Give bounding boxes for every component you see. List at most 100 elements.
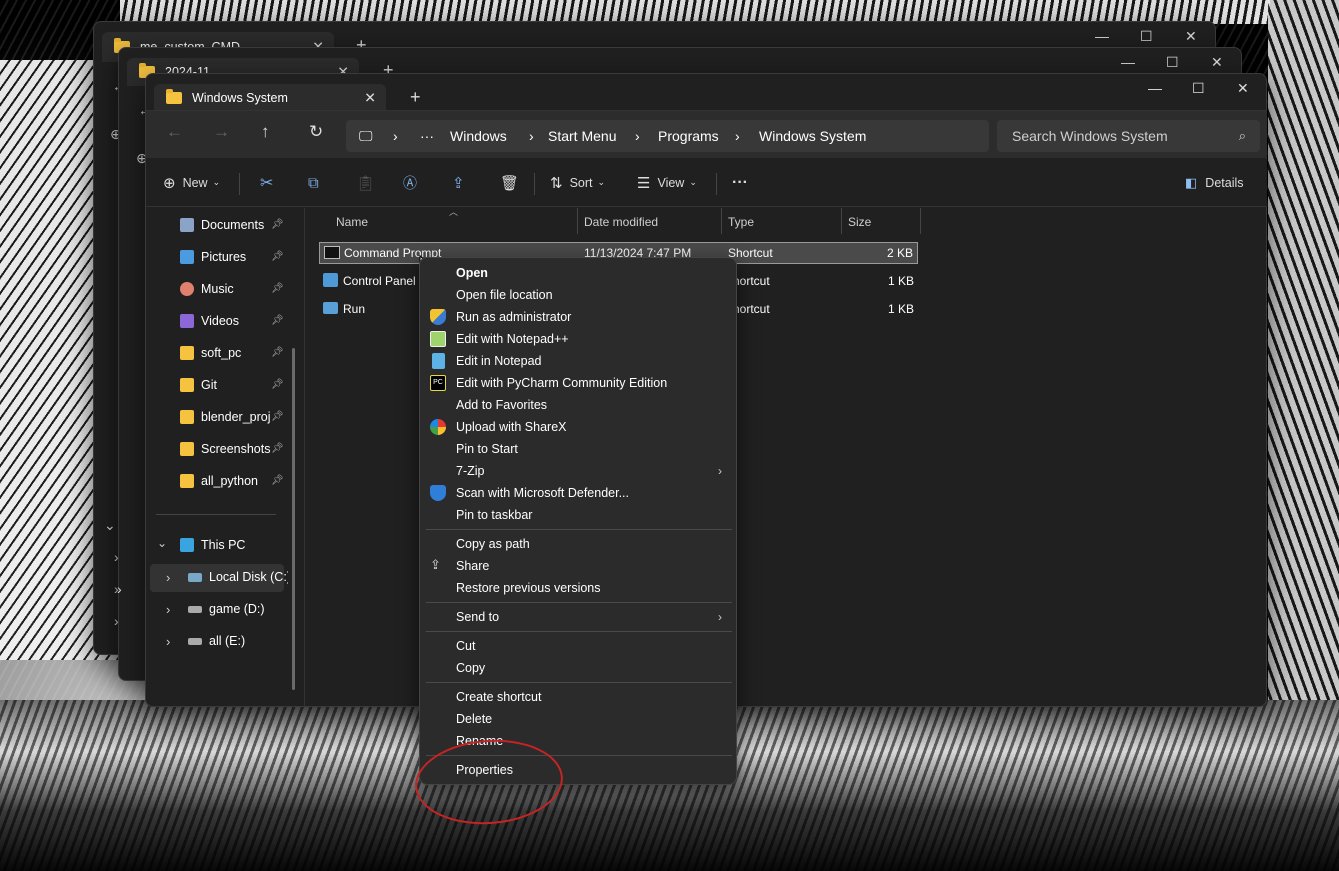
breadcrumb-item[interactable]: Windows System — [759, 128, 866, 144]
sort-icon: ⇅ — [550, 174, 563, 192]
rename-button[interactable]: Ⓐ — [403, 173, 417, 193]
chevron-right-icon[interactable]: › — [393, 128, 398, 144]
menu-item-run-as-administrator[interactable]: Run as administrator — [420, 306, 736, 328]
sidebar-item-documents[interactable]: Documents — [180, 213, 304, 237]
menu-item-edit-pycharm[interactable]: PC Edit with PyCharm Community Edition — [420, 372, 736, 394]
column-header-type[interactable]: Type — [728, 208, 754, 236]
minimize-icon[interactable]: — — [1148, 80, 1162, 96]
menu-item-send-to[interactable]: Send to › — [420, 606, 736, 628]
menu-item-pin-to-start[interactable]: Pin to Start — [420, 438, 736, 460]
breadcrumb-item[interactable]: Windows — [450, 128, 507, 144]
new-tab-icon[interactable]: + — [410, 87, 421, 108]
maximize-icon[interactable]: ☐ — [1166, 54, 1179, 71]
sidebar-item-all-python[interactable]: all_python — [180, 469, 304, 493]
sidebar-scrollbar[interactable] — [292, 348, 295, 690]
drive-all[interactable]: all (E:) — [188, 629, 288, 653]
pin-icon[interactable]: 📌︎ — [271, 379, 284, 390]
chevron-down-icon[interactable]: ⌄ — [157, 536, 167, 550]
close-tab-icon[interactable]: ✕ — [364, 90, 376, 107]
sort-button[interactable]: ⇅ Sort ⌄ — [550, 174, 605, 192]
tab-windows-system[interactable]: Windows System ✕ — [154, 84, 386, 112]
new-button[interactable]: ⊕ New ⌄ — [163, 174, 220, 192]
drive-game[interactable]: game (D:) — [188, 597, 288, 621]
pin-icon[interactable]: 📌︎ — [271, 475, 284, 486]
view-button[interactable]: ☰ View ⌄ — [637, 174, 697, 192]
minimize-icon[interactable]: — — [1121, 54, 1135, 70]
close-icon[interactable]: ✕ — [1185, 28, 1197, 45]
maximize-icon[interactable]: ☐ — [1140, 28, 1153, 45]
sidebar-item-blender-proj[interactable]: blender_proj — [180, 405, 304, 429]
menu-item-copy[interactable]: Copy — [420, 657, 736, 679]
forward-arrow-icon[interactable]: → — [213, 122, 230, 142]
delete-button[interactable]: 🗑︎ — [500, 174, 519, 192]
computer-icon[interactable]: 🖵 — [359, 128, 373, 145]
chevron-right-icon[interactable]: › — [117, 581, 122, 597]
close-icon[interactable]: ✕ — [1211, 54, 1223, 71]
pin-icon[interactable]: 📌︎ — [271, 315, 284, 326]
breadcrumb-item[interactable]: Start Menu — [548, 128, 616, 144]
menu-item-cut[interactable]: Cut — [420, 635, 736, 657]
menu-item-delete[interactable]: Delete — [420, 708, 736, 730]
minimize-icon[interactable]: — — [1095, 28, 1109, 44]
sidebar-item-music[interactable]: Music — [180, 277, 304, 301]
menu-item-upload-sharex[interactable]: Upload with ShareX — [420, 416, 736, 438]
column-divider[interactable] — [920, 208, 921, 234]
pin-icon[interactable]: 📌︎ — [271, 251, 284, 262]
chevron-right-icon[interactable]: › — [166, 634, 170, 649]
sidebar-item-pictures[interactable]: Pictures — [180, 245, 304, 269]
more-options-button[interactable]: ··· — [732, 174, 748, 192]
chevron-right-icon[interactable]: › — [735, 128, 740, 144]
ellipsis-icon[interactable]: ··· — [420, 128, 434, 144]
sidebar-item-soft-pc[interactable]: soft_pc — [180, 341, 304, 365]
chevron-right-icon[interactable]: › — [166, 570, 170, 585]
folder-icon — [180, 442, 194, 456]
chevron-down-icon[interactable]: ⌄ — [104, 517, 116, 534]
pin-icon[interactable]: 📌︎ — [271, 443, 284, 454]
chevron-right-icon[interactable]: › — [529, 128, 534, 144]
close-icon[interactable]: ✕ — [1237, 80, 1249, 97]
chevron-right-icon[interactable]: › — [635, 128, 640, 144]
menu-item-add-to-favorites[interactable]: Add to Favorites — [420, 394, 736, 416]
sidebar-item-videos[interactable]: Videos — [180, 309, 304, 333]
cut-button[interactable]: ✂ — [260, 173, 273, 193]
search-input[interactable]: Search Windows System ⌕ — [997, 120, 1260, 152]
menu-item-share[interactable]: ⇪ Share — [420, 555, 736, 577]
up-arrow-icon[interactable]: ↑ — [261, 122, 270, 142]
pin-icon[interactable]: 📌︎ — [271, 219, 284, 230]
menu-item-copy-as-path[interactable]: Copy as path — [420, 533, 736, 555]
column-divider[interactable] — [841, 208, 842, 234]
breadcrumb-item[interactable]: Programs — [658, 128, 719, 144]
column-header-size[interactable]: Size — [848, 208, 871, 236]
menu-item-edit-notepadpp[interactable]: Edit with Notepad++ — [420, 328, 736, 350]
menu-item-7zip[interactable]: 7-Zip › — [420, 460, 736, 482]
pin-icon[interactable]: 📌︎ — [271, 347, 284, 358]
pane-divider[interactable] — [304, 208, 305, 707]
menu-item-restore-previous-versions[interactable]: Restore previous versions — [420, 577, 736, 599]
copy-button[interactable]: ⧉ — [308, 174, 319, 191]
menu-item-create-shortcut[interactable]: Create shortcut — [420, 686, 736, 708]
column-divider[interactable] — [577, 208, 578, 234]
details-button[interactable]: ◧ Details — [1185, 175, 1244, 191]
menu-item-open[interactable]: Open — [420, 262, 736, 284]
search-icon[interactable]: ⌕ — [1239, 128, 1246, 144]
menu-item-open-file-location[interactable]: Open file location — [420, 284, 736, 306]
menu-item-scan-defender[interactable]: Scan with Microsoft Defender... — [420, 482, 736, 504]
paste-button[interactable]: 📋︎ — [356, 174, 375, 192]
maximize-icon[interactable]: ☐ — [1192, 80, 1205, 97]
column-header-date[interactable]: Date modified — [584, 208, 658, 236]
pin-icon[interactable]: 📌︎ — [271, 283, 284, 294]
column-divider[interactable] — [721, 208, 722, 234]
pin-icon[interactable]: 📌︎ — [271, 411, 284, 422]
refresh-icon[interactable]: ↻ — [309, 122, 323, 142]
menu-item-pin-to-taskbar[interactable]: Pin to taskbar — [420, 504, 736, 526]
menu-item-edit-notepad[interactable]: Edit in Notepad — [420, 350, 736, 372]
share-button[interactable]: ⇪ — [452, 174, 465, 192]
chevron-right-icon[interactable]: › — [166, 602, 170, 617]
column-header-name[interactable]: Name — [336, 208, 368, 236]
sidebar-item-screenshots[interactable]: Screenshots — [180, 437, 304, 461]
back-arrow-icon[interactable]: ← — [166, 122, 183, 142]
sidebar-item-git[interactable]: Git — [180, 373, 304, 397]
sidebar-item-this-pc[interactable]: This PC — [180, 533, 304, 557]
drive-local-disk[interactable]: Local Disk (C:) — [188, 565, 288, 589]
breadcrumb[interactable]: 🖵 › ··· Windows › Start Menu › Programs … — [346, 120, 989, 152]
